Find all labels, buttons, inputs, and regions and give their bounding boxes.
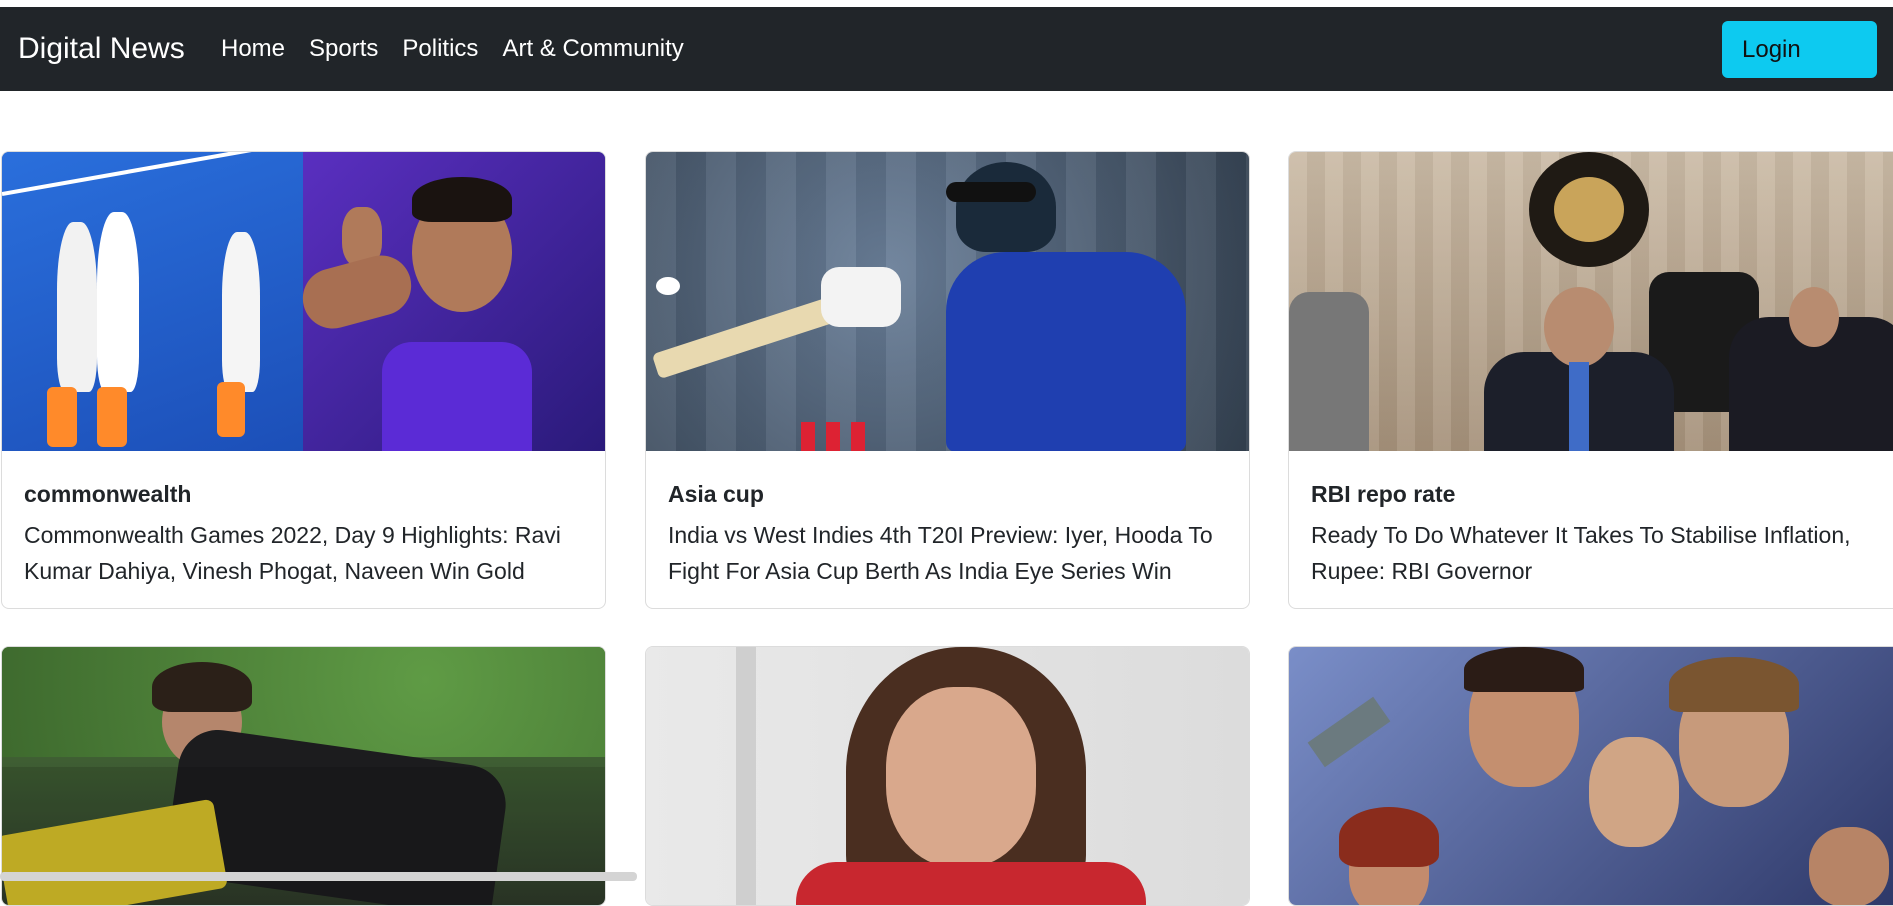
card-title[interactable]: commonwealth: [24, 481, 583, 508]
nav-link-politics[interactable]: Politics: [402, 35, 478, 63]
nav-link-sports[interactable]: Sports: [309, 35, 378, 63]
card-image-rbi: [1289, 152, 1893, 451]
top-strip: [0, 0, 1893, 7]
news-card[interactable]: commonwealth Commonwealth Games 2022, Da…: [1, 151, 606, 609]
news-card[interactable]: [645, 646, 1250, 906]
card-image-cricket: [646, 152, 1249, 451]
brand-logo[interactable]: Digital News: [18, 32, 185, 66]
news-card[interactable]: Asia cup India vs West Indies 4th T20I P…: [645, 151, 1250, 609]
news-card[interactable]: [1, 646, 606, 906]
navbar: Digital News Home Sports Politics Art & …: [0, 7, 1893, 91]
card-title[interactable]: Asia cup: [668, 481, 1227, 508]
card-image-portrait: [646, 647, 1249, 905]
news-card[interactable]: [1288, 646, 1893, 906]
card-text: India vs West Indies 4th T20I Preview: I…: [668, 522, 1213, 584]
card-image-avengers: [1289, 647, 1893, 905]
login-button[interactable]: Login: [1722, 21, 1877, 78]
nav-link-home[interactable]: Home: [221, 35, 285, 63]
horizontal-scrollbar[interactable]: [0, 872, 637, 881]
card-text: Commonwealth Games 2022, Day 9 Highlight…: [24, 522, 561, 584]
nav-link-art-community[interactable]: Art & Community: [502, 35, 683, 63]
card-image-protest: [2, 647, 605, 905]
news-card[interactable]: RBI repo rate Ready To Do Whatever It Ta…: [1288, 151, 1893, 609]
card-text: Ready To Do Whatever It Takes To Stabili…: [1311, 522, 1851, 584]
card-image-hockey-wrestler: [2, 152, 605, 451]
card-title[interactable]: RBI repo rate: [1311, 481, 1885, 508]
nav-links: Home Sports Politics Art & Community: [221, 35, 684, 63]
